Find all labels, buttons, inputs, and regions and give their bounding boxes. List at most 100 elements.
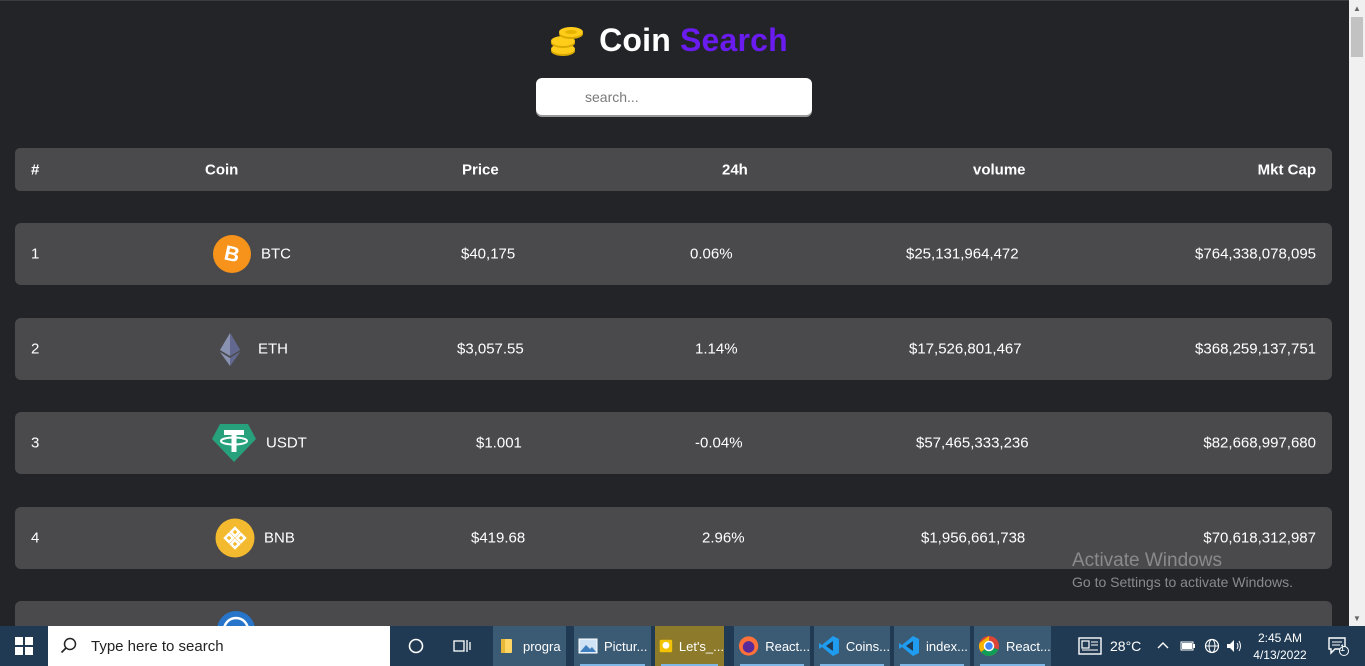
- taskbar-item-firefox[interactable]: React...: [734, 626, 810, 666]
- coin-symbol: ETH: [258, 340, 288, 358]
- activate-windows-watermark: Activate Windows Go to Settings to activ…: [1072, 550, 1293, 590]
- clock[interactable]: 2:45 AM 4/13/2022: [1252, 626, 1308, 666]
- taskbar-item-label: progra: [523, 638, 561, 654]
- coin-price: $1.001: [476, 434, 522, 452]
- news-weather-icon: [1078, 637, 1102, 655]
- cortana-button[interactable]: [400, 626, 432, 666]
- vscode-icon: [818, 636, 839, 656]
- vertical-scrollbar[interactable]: ▲ ▼: [1349, 0, 1365, 626]
- search-input[interactable]: [536, 78, 812, 115]
- coin-price: $419.68: [471, 529, 526, 547]
- taskbar-item-label: Let's_...: [678, 638, 724, 654]
- vscode-icon: [899, 636, 919, 656]
- battery-icon[interactable]: [1180, 640, 1196, 652]
- taskbar-search-box[interactable]: Type here to search: [48, 626, 390, 666]
- notification-center-button[interactable]: 1: [1318, 626, 1358, 666]
- scroll-up-arrow-icon[interactable]: ▲: [1349, 0, 1365, 16]
- windows-taskbar: Type here to search progra Pictur... Let…: [0, 626, 1365, 666]
- taskbar-item-label: React...: [765, 638, 810, 654]
- watermark-title: Activate Windows: [1072, 550, 1222, 571]
- chrome-icon: [979, 636, 999, 656]
- task-view-button[interactable]: [446, 626, 478, 666]
- taskbar-item-vscode-index[interactable]: index...: [894, 626, 970, 666]
- coin-rank: 3: [31, 434, 40, 452]
- title-part-search: Search: [679, 21, 788, 58]
- title-part-coin: Coin: [599, 21, 671, 58]
- table-row[interactable]: [15, 601, 1332, 626]
- volume-icon[interactable]: [1226, 638, 1244, 654]
- table-row[interactable]: 3 USDT $1.001 -0.04% $57,465,333,236 $82…: [15, 412, 1332, 474]
- weather-temp: 28°C: [1110, 638, 1142, 654]
- coin-price: $40,175: [461, 245, 516, 263]
- tether-icon: [212, 424, 256, 462]
- coin-mkt-cap: $82,668,997,680: [1203, 434, 1316, 452]
- start-button[interactable]: [0, 626, 48, 666]
- notification-count: 1: [1340, 643, 1346, 653]
- header-price: Price: [462, 161, 499, 178]
- search-box: [536, 78, 812, 115]
- table-row[interactable]: 2 ETH $3,057.55 1.14% $17,526,801,467 $3…: [15, 318, 1332, 380]
- clock-date: 4/13/2022: [1253, 647, 1307, 662]
- search-icon: [60, 637, 77, 654]
- coin-change-24h: 2.96%: [702, 529, 745, 547]
- scroll-down-arrow-icon[interactable]: ▼: [1349, 610, 1365, 626]
- coin-volume: $25,131,964,472: [906, 245, 1019, 263]
- tray-icons: [1156, 626, 1244, 666]
- top-border: [0, 0, 1349, 1]
- coin-change-24h: 0.06%: [690, 245, 733, 263]
- coin-change-24h: 1.14%: [695, 340, 738, 358]
- coin-price: $3,057.55: [457, 340, 524, 358]
- windows-logo-icon: [15, 637, 33, 655]
- page-title: Coin Search: [599, 22, 788, 59]
- firefox-icon: [738, 636, 759, 656]
- cortana-circle-icon: [408, 638, 424, 654]
- scroll-thumb[interactable]: [1351, 17, 1363, 57]
- photos-icon: [578, 638, 598, 654]
- taskbar-item-label: React...: [1006, 638, 1051, 654]
- table-header: # Coin Price 24h volume Mkt Cap: [15, 148, 1332, 191]
- taskbar-item-chrome[interactable]: React...: [974, 626, 1051, 666]
- app-icon: [659, 639, 673, 653]
- weather-widget[interactable]: 28°C: [1078, 626, 1141, 666]
- header-volume: volume: [973, 161, 1026, 178]
- taskbar-item-app[interactable]: Let's_...: [655, 626, 724, 666]
- watermark-subtitle: Go to Settings to activate Windows.: [1072, 574, 1293, 590]
- coin-mkt-cap: $368,259,137,751: [1195, 340, 1316, 358]
- table-row[interactable]: 1 B BTC $40,175 0.06% $25,131,964,472 $7…: [15, 223, 1332, 285]
- taskbar-item-vscode-coins[interactable]: Coins...: [814, 626, 890, 666]
- taskbar-item-label: Pictur...: [604, 638, 648, 654]
- app-page: CoinSearch # Coin Price 24h volume Mkt C…: [0, 0, 1349, 626]
- folder-icon: [501, 639, 512, 653]
- header-24h: 24h: [722, 161, 748, 178]
- clock-time: 2:45 AM: [1257, 630, 1303, 645]
- header-mkt-cap: Mkt Cap: [1257, 161, 1316, 178]
- taskbar-item-label: Coins...: [845, 638, 890, 654]
- coin-rank: 2: [31, 340, 40, 358]
- coin-change-24h: -0.04%: [695, 434, 743, 452]
- header-rank: #: [31, 161, 40, 178]
- bitcoin-icon: B: [213, 235, 251, 273]
- taskbar-item-label: index...: [926, 638, 968, 654]
- coin-symbol: BTC: [261, 245, 291, 263]
- coin-rank: 1: [31, 245, 40, 263]
- app-header: Coin Search: [0, 18, 1349, 62]
- notification-icon: [1328, 637, 1349, 656]
- coins-stack-icon: [551, 27, 584, 56]
- coin-volume: $1,956,661,738: [921, 529, 1026, 547]
- taskbar-search-placeholder: Type here to search: [91, 637, 224, 655]
- coin-symbol: BNB: [264, 529, 295, 547]
- taskbar-item-pictures[interactable]: Pictur...: [574, 626, 651, 666]
- coin-volume: $17,526,801,467: [909, 340, 1022, 358]
- ethereum-icon: [220, 333, 240, 366]
- taskbar-item-folder[interactable]: progra: [493, 626, 566, 666]
- chevron-up-icon[interactable]: [1156, 639, 1170, 653]
- coin-volume: $57,465,333,236: [916, 434, 1029, 452]
- coin-mkt-cap: $70,618,312,987: [1203, 529, 1316, 547]
- bnb-icon: [215, 518, 255, 558]
- coin-rank: 4: [31, 529, 40, 547]
- coin-mkt-cap: $764,338,078,095: [1195, 245, 1316, 263]
- network-globe-icon[interactable]: [1204, 638, 1220, 654]
- coin-symbol: USDT: [266, 434, 307, 452]
- coin-icon: [217, 611, 255, 626]
- task-view-icon: [453, 640, 471, 652]
